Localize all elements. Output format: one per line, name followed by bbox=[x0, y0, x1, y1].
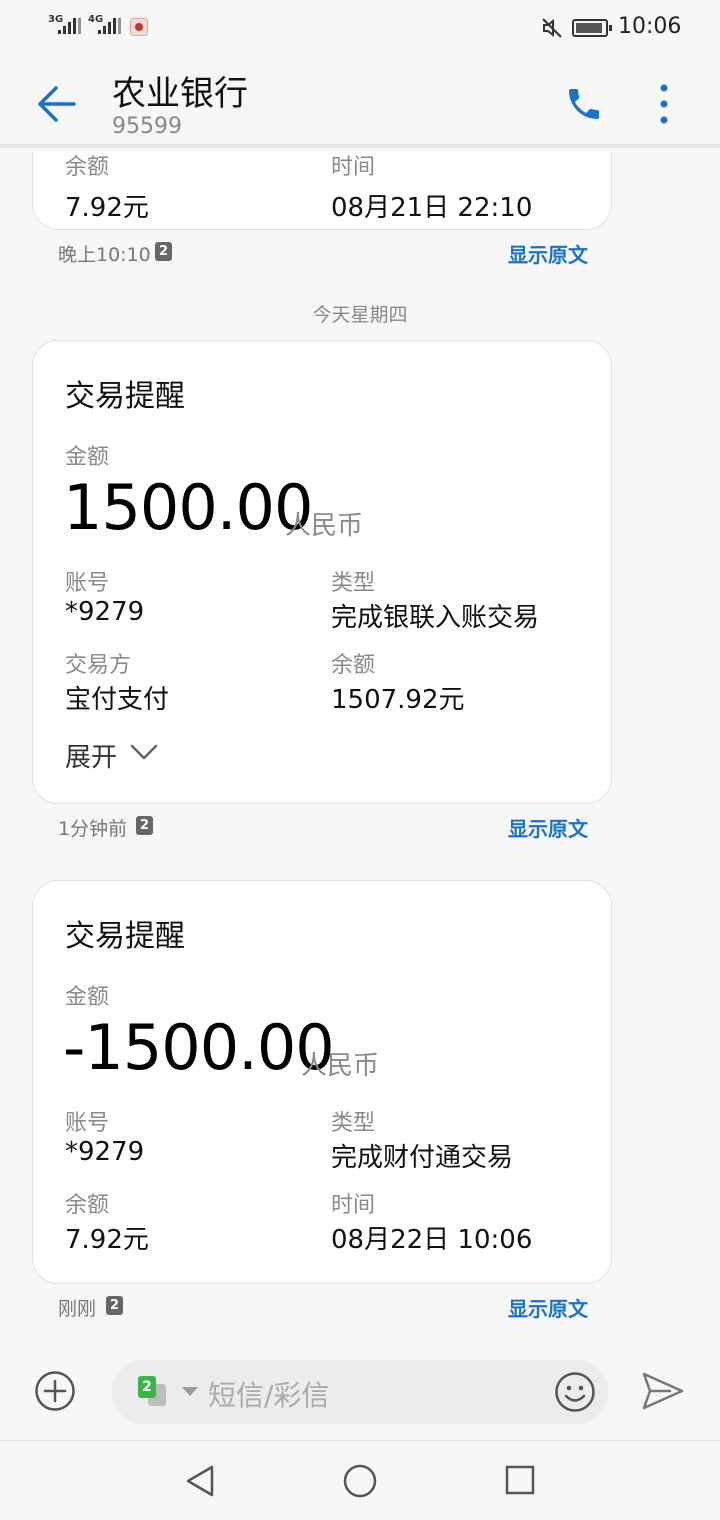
sim-card-icon: 2 bbox=[106, 1296, 123, 1315]
time-value: 08月21日 22:10 bbox=[331, 193, 533, 223]
show-original-link[interactable]: 显示原文 bbox=[508, 1293, 588, 1322]
system-nav-bar bbox=[0, 1440, 720, 1520]
battery-icon bbox=[572, 19, 612, 37]
contact-name: 农业银行 bbox=[112, 74, 248, 114]
balance-value: 1507.92元 bbox=[331, 685, 465, 715]
message-timestamp: 晚上10:10 bbox=[58, 244, 151, 266]
sim-card-icon: 2 bbox=[136, 816, 153, 835]
time-value: 08月22日 10:06 bbox=[331, 1225, 533, 1255]
card-title: 交易提醒 bbox=[65, 919, 185, 954]
account-value: *9279 bbox=[65, 1137, 145, 1167]
message-placeholder: 短信/彩信 bbox=[208, 1379, 330, 1412]
balance-value: 7.92元 bbox=[65, 1225, 149, 1255]
more-options-icon[interactable] bbox=[652, 82, 676, 126]
currency-label: 人民币 bbox=[285, 511, 364, 541]
emoji-icon[interactable] bbox=[554, 1371, 596, 1413]
account-value: *9279 bbox=[65, 597, 145, 627]
type-label: 类型 bbox=[331, 1111, 376, 1136]
counterparty-value: 宝付支付 bbox=[65, 685, 170, 715]
mute-icon bbox=[542, 18, 562, 38]
balance-label: 余额 bbox=[65, 155, 110, 180]
back-arrow-icon[interactable] bbox=[36, 84, 76, 124]
status-bar: 3G 4G 10:06 bbox=[0, 0, 720, 56]
currency-label: 人民币 bbox=[301, 1051, 380, 1081]
chevron-down-icon[interactable] bbox=[129, 742, 159, 762]
dropdown-caret-icon[interactable] bbox=[182, 1387, 198, 1396]
show-original-link[interactable]: 显示原文 bbox=[508, 239, 588, 268]
sim-selector-icon[interactable]: 2 bbox=[138, 1376, 172, 1408]
day-separator: 今天星期四 bbox=[312, 304, 408, 326]
phone-icon[interactable] bbox=[564, 84, 604, 124]
type-value: 完成银联入账交易 bbox=[331, 603, 540, 633]
message-list[interactable]: 余额 7.92元 时间 08月21日 22:10 晚上10:10 2 显示原文 … bbox=[0, 152, 720, 1340]
amount-label: 金额 bbox=[65, 445, 110, 470]
amount-value: -1500.00 bbox=[63, 1011, 335, 1084]
message-card-previous[interactable]: 余额 7.92元 时间 08月21日 22:10 bbox=[32, 152, 612, 230]
message-composer: 2 短信/彩信 bbox=[0, 1340, 720, 1440]
time-label: 时间 bbox=[331, 155, 376, 180]
balance-value: 7.92元 bbox=[65, 193, 149, 223]
counterparty-label: 交易方 bbox=[65, 653, 132, 678]
balance-label: 余额 bbox=[331, 653, 376, 678]
expand-button[interactable]: 展开 bbox=[65, 737, 117, 774]
amount-label: 金额 bbox=[65, 985, 110, 1010]
nav-home-icon[interactable] bbox=[342, 1463, 378, 1499]
amount-value: 1500.00 bbox=[63, 471, 313, 544]
nav-back-icon[interactable] bbox=[182, 1463, 218, 1499]
balance-label: 余额 bbox=[65, 1193, 110, 1218]
message-card-transaction-debit[interactable]: 交易提醒 金额 -1500.00 人民币 账号 *9279 类型 完成财付通交易… bbox=[32, 880, 612, 1284]
time-label: 时间 bbox=[331, 1193, 376, 1218]
type-label: 类型 bbox=[331, 571, 376, 596]
nav-recent-apps-icon[interactable] bbox=[504, 1464, 536, 1496]
sim-card-icon: 2 bbox=[155, 242, 172, 261]
message-card-transaction-credit[interactable]: 交易提醒 金额 1500.00 人民币 账号 *9279 类型 完成银联入账交易… bbox=[32, 340, 612, 804]
message-input[interactable]: 2 短信/彩信 bbox=[112, 1360, 608, 1424]
show-original-link[interactable]: 显示原文 bbox=[508, 813, 588, 842]
add-attachment-icon[interactable] bbox=[34, 1370, 76, 1412]
account-label: 账号 bbox=[65, 1111, 110, 1136]
contact-number: 95599 bbox=[112, 114, 182, 139]
send-icon[interactable] bbox=[640, 1370, 686, 1412]
status-time: 10:06 bbox=[618, 14, 682, 39]
conversation-header: 农业银行 95599 bbox=[0, 56, 720, 148]
type-value: 完成财付通交易 bbox=[331, 1143, 514, 1173]
message-timestamp: 刚刚 bbox=[58, 1298, 97, 1320]
message-timestamp: 1分钟前 bbox=[58, 818, 128, 840]
account-label: 账号 bbox=[65, 571, 110, 596]
card-title: 交易提醒 bbox=[65, 379, 185, 414]
app-notification-icon bbox=[130, 18, 148, 36]
